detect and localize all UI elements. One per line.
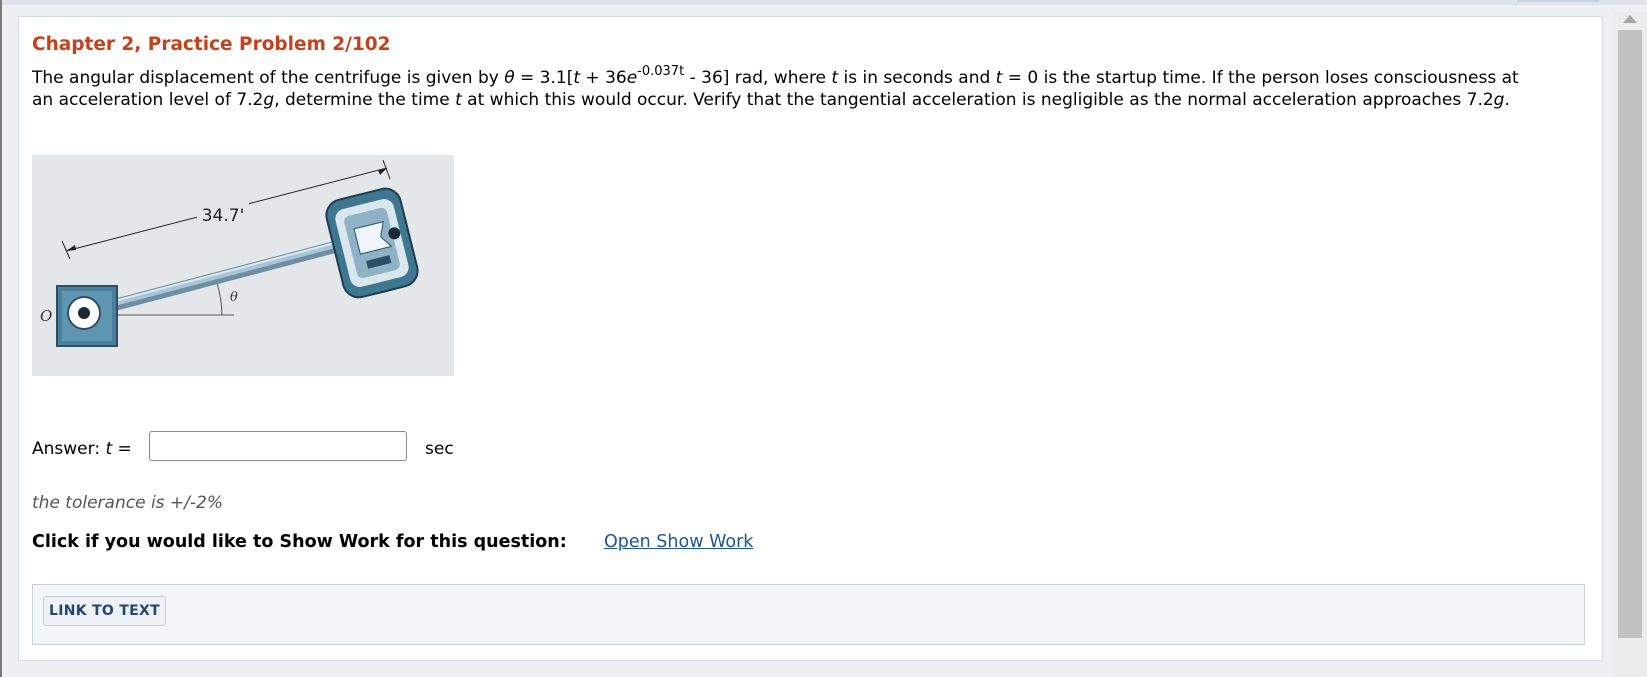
angle-label: θ [230, 290, 238, 305]
answer-label-text: Answer: [32, 439, 106, 459]
q-text-8: at which this would occur. Verify that t… [461, 90, 1494, 110]
origin-label: O [40, 307, 52, 325]
dimension-arrow-right [378, 168, 387, 175]
answer-row: Answer: t = sec [32, 431, 532, 463]
question-panel: Chapter 2, Practice Problem 2/102 The an… [18, 16, 1603, 661]
hub-pivot [78, 307, 90, 319]
e-var: e [626, 68, 638, 88]
answer-label: Answer: t = [32, 439, 132, 459]
answer-input[interactable] [149, 431, 407, 461]
scroll-thumb[interactable] [1618, 30, 1642, 638]
centrifuge-arm-highlight [81, 238, 353, 314]
q-text-2: = 3.1[ [514, 68, 574, 88]
centrifuge-diagram: 34.7' θ O [40, 159, 419, 347]
answer-unit: sec [425, 439, 454, 459]
q-text-7: , determine the time [274, 90, 456, 110]
vertical-scrollbar[interactable] [1614, 12, 1647, 677]
show-work-label: Click if you would like to Show Work for… [32, 532, 567, 552]
link-to-text-box: LINK TO TEXT [32, 584, 1585, 645]
answer-equals: = [112, 439, 132, 459]
problem-title: Chapter 2, Practice Problem 2/102 [32, 34, 391, 55]
q-text-4: - 36] rad, where [684, 68, 832, 88]
question-text: The angular displacement of the centrifu… [32, 64, 1532, 111]
q-text-9: . [1504, 90, 1510, 110]
q-text-5: is in seconds and [838, 68, 996, 88]
tolerance-note: the tolerance is +/-2% [32, 493, 224, 513]
show-work-row: Click if you would like to Show Work for… [32, 532, 753, 552]
window-left-edge [0, 0, 2, 677]
dimension-label: 34.7' [202, 206, 245, 226]
q-text-3: + 36 [580, 68, 627, 88]
capsule-group [325, 187, 419, 299]
scroll-up-arrow-icon[interactable] [1623, 15, 1637, 23]
link-to-text-button[interactable]: LINK TO TEXT [43, 596, 166, 626]
t-var: t [573, 68, 581, 88]
theta-var: θ [504, 68, 515, 88]
top-strip-tab [1517, 0, 1599, 2]
exponent: -0.037t [637, 64, 685, 80]
g-var: g [263, 90, 275, 110]
q-text-1: The angular displacement of the centrifu… [32, 68, 505, 88]
top-strip [0, 0, 1647, 5]
centrifuge-figure: 34.7' θ O [32, 155, 454, 376]
angle-arc [216, 282, 223, 316]
open-show-work-link[interactable]: Open Show Work [604, 532, 753, 552]
dimension-arrow-left [66, 245, 76, 251]
t-var: t [455, 90, 462, 110]
centrifuge-arm-shine [83, 238, 351, 310]
g-var: g [1493, 90, 1505, 110]
